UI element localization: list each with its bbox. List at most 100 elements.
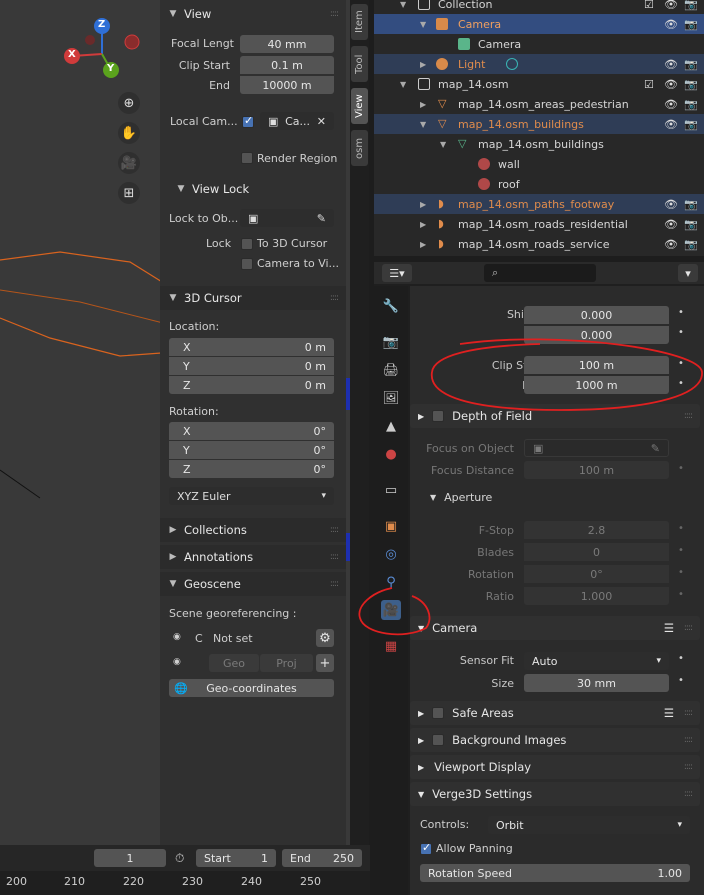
dof-header[interactable]: ▶ Depth of Field ::::: [410, 404, 700, 428]
outliner-row-areas-pedestrian[interactable]: ▶ ▽ map_14.osm_areas_pedestrian 👁 📷: [374, 94, 704, 114]
to-3d-cursor-checkbox[interactable]: [241, 238, 253, 250]
ratio-field[interactable]: 1.000: [524, 587, 669, 605]
drag-grip-icon[interactable]: ::::: [330, 525, 339, 535]
chevron-down-icon[interactable]: ▼: [400, 80, 406, 89]
eye-icon[interactable]: 👁: [664, 98, 678, 111]
outliner-row-collection[interactable]: ▼ Collection ☑ 👁 📷: [374, 0, 704, 14]
eyedropper-icon[interactable]: ✎: [651, 442, 660, 455]
eye-icon[interactable]: 👁: [664, 78, 678, 91]
navigation-gizmo[interactable]: Z X Y: [60, 18, 145, 83]
camera-data-tab-icon[interactable]: 🎥: [381, 600, 401, 620]
options-dropdown[interactable]: ▾: [678, 264, 698, 282]
eye-icon[interactable]: 👁: [664, 18, 678, 31]
clip-end-field[interactable]: 10000 m: [240, 76, 334, 94]
camera-render-icon[interactable]: 📷: [684, 98, 698, 111]
drag-grip-icon[interactable]: ::::: [330, 579, 339, 589]
drag-grip-icon[interactable]: ::::: [330, 293, 339, 303]
proj-button[interactable]: Proj: [260, 654, 313, 672]
outliner-row-wall[interactable]: wall: [374, 154, 704, 174]
texture-icon[interactable]: ▦: [381, 636, 401, 656]
keyframe-dot[interactable]: •: [678, 378, 684, 389]
shift-x-field[interactable]: 0.000: [524, 306, 669, 324]
drag-grip-icon[interactable]: ::::: [330, 9, 339, 19]
panel-collections-header[interactable]: ▶ Collections ::::: [160, 518, 346, 542]
chevron-down-icon[interactable]: ▼: [420, 120, 426, 129]
drag-grip-icon[interactable]: ::::: [684, 735, 693, 745]
hand-icon[interactable]: ✋: [118, 122, 140, 144]
geo-coordinates-button[interactable]: 🌐 Geo-coordinates: [169, 679, 334, 697]
panel-3d-cursor-header[interactable]: ▼ 3D Cursor ::::: [160, 286, 346, 310]
view-lock-header[interactable]: ▼ View Lock: [168, 177, 338, 201]
keyframe-dot[interactable]: •: [678, 307, 684, 318]
tab-tool[interactable]: Tool: [351, 46, 368, 82]
outliner-row-roof[interactable]: roof: [374, 174, 704, 194]
search-input[interactable]: ⌕: [484, 264, 596, 282]
tab-view[interactable]: View: [351, 88, 368, 124]
outliner-row-map14-osm[interactable]: ▼ map_14.osm ☑ 👁 📷: [374, 74, 704, 94]
camera-render-icon[interactable]: 📷: [684, 118, 698, 131]
allow-panning-checkbox[interactable]: [420, 841, 432, 855]
rotation-mode-dropdown[interactable]: XYZ Euler ▾: [169, 487, 334, 505]
verge3d-header[interactable]: ▼ Verge3D Settings ::::: [410, 782, 700, 806]
camera-render-icon[interactable]: 📷: [684, 0, 698, 11]
render-icon[interactable]: 📷: [381, 332, 401, 352]
shift-y-field[interactable]: 0.000: [524, 326, 669, 344]
sensor-fit-dropdown[interactable]: Auto ▾: [524, 652, 669, 670]
drag-grip-icon[interactable]: ::::: [330, 552, 339, 562]
keyframe-dot[interactable]: •: [678, 567, 684, 578]
size-field[interactable]: 30 mm: [524, 674, 669, 692]
drag-grip-icon[interactable]: ::::: [684, 623, 693, 633]
world-icon[interactable]: ●: [381, 444, 401, 464]
tab-item[interactable]: Item: [351, 4, 368, 40]
frame-ruler[interactable]: 200 210 220 230 240 250: [0, 871, 370, 895]
output-icon[interactable]: 🖨: [381, 360, 401, 380]
eye-icon[interactable]: 👁: [664, 198, 678, 211]
camera-render-icon[interactable]: 📷: [684, 218, 698, 231]
eye-icon[interactable]: 👁: [664, 58, 678, 71]
panel-geoscene-header[interactable]: ▼ Geoscene ::::: [160, 572, 346, 596]
cursor-location-y[interactable]: Y 0 m: [169, 357, 334, 375]
keyframe-dot[interactable]: •: [678, 523, 684, 534]
cursor-rotation-y[interactable]: Y 0°: [169, 441, 334, 459]
keyframe-dot[interactable]: •: [678, 653, 684, 664]
keyframe-dot[interactable]: •: [678, 358, 684, 369]
fstop-field[interactable]: 2.8: [524, 521, 669, 539]
constraint-icon[interactable]: ⚲: [381, 572, 401, 592]
camera-render-icon[interactable]: 📷: [684, 58, 698, 71]
chevron-down-icon[interactable]: ▼: [400, 0, 406, 9]
camera-to-view-checkbox[interactable]: [241, 258, 253, 270]
outliner-row-paths-footway[interactable]: ▶ ◗ map_14.osm_paths_footway 👁 📷: [374, 194, 704, 214]
chevron-right-icon[interactable]: ▶: [420, 220, 426, 229]
close-icon[interactable]: ✕: [317, 115, 326, 128]
background-images-header[interactable]: ▶ Background Images ::::: [410, 728, 700, 752]
safe-areas-checkbox[interactable]: [432, 707, 444, 719]
cursor-location-x[interactable]: X 0 m: [169, 338, 334, 356]
render-region-checkbox[interactable]: [241, 152, 253, 164]
eye-icon[interactable]: 👁: [664, 238, 678, 251]
zoom-icon[interactable]: ⊕: [118, 92, 140, 114]
dof-checkbox[interactable]: [432, 410, 444, 422]
keyframe-dot[interactable]: •: [678, 545, 684, 556]
camera-render-icon[interactable]: 📷: [684, 198, 698, 211]
outliner-row-light[interactable]: ▶ Light 👁 📷: [374, 54, 704, 74]
gear-icon[interactable]: ⚙: [316, 629, 334, 647]
scene-icon[interactable]: ▲: [381, 416, 401, 436]
camera-header[interactable]: ▼ Camera ☰ ::::: [410, 616, 700, 640]
list-icon[interactable]: ☰: [664, 706, 674, 720]
list-icon[interactable]: ☰: [664, 621, 674, 635]
controls-dropdown[interactable]: Orbit ▾: [488, 816, 690, 834]
clip-end-field[interactable]: 1000 m: [524, 376, 669, 394]
background-images-checkbox[interactable]: [432, 734, 444, 746]
outliner-row-roads-service[interactable]: ▶ ◗ map_14.osm_roads_service 👁 📷: [374, 234, 704, 254]
geo-button[interactable]: Geo: [209, 654, 259, 672]
tool-icon[interactable]: 🔧: [381, 296, 401, 316]
eye-icon[interactable]: 👁: [664, 218, 678, 231]
camera-render-icon[interactable]: 📷: [684, 238, 698, 251]
local-camera-checkbox[interactable]: [242, 114, 254, 128]
panel-annotations-header[interactable]: ▶ Annotations ::::: [160, 545, 346, 569]
radio-icon[interactable]: ◉: [173, 657, 181, 667]
camera-icon[interactable]: 🎥: [118, 152, 140, 174]
aperture-header[interactable]: ▼ Aperture: [430, 487, 492, 507]
safe-areas-header[interactable]: ▶ Safe Areas ☰ ::::: [410, 701, 700, 725]
checkbox-icon[interactable]: ☑: [644, 78, 654, 91]
